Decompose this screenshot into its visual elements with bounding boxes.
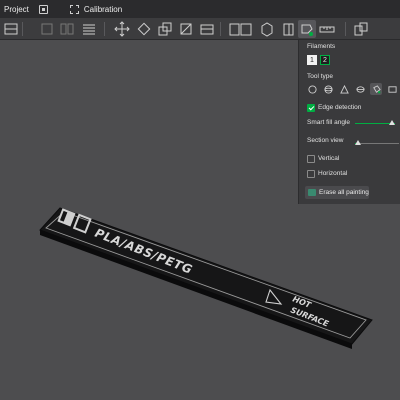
circle-tool-icon [307, 84, 317, 94]
filament-swatch-1[interactable]: 1 [307, 55, 317, 65]
filament-swatch-2[interactable]: 2 [320, 55, 330, 65]
menu-project-label: Project [4, 4, 29, 14]
measure-icon [319, 26, 335, 33]
section-view-track-rest [359, 143, 399, 144]
height-range-tool-icon [355, 85, 365, 93]
move-button[interactable] [113, 20, 131, 38]
vertical-label: Vertical [318, 155, 340, 162]
fill-tool-button[interactable] [370, 83, 382, 95]
menu-bar: Project Calibration [0, 0, 400, 18]
grid-icon [4, 23, 18, 35]
menu-project[interactable]: Project [0, 0, 33, 18]
section-view-handle[interactable] [355, 140, 361, 145]
toolbar [0, 18, 400, 40]
color-painting-panel: Filaments 1 2 Tool type Edge detection S… [298, 40, 400, 204]
color-paint-icon [301, 24, 313, 36]
triangle-tool-button[interactable] [338, 83, 350, 95]
calibration-icon [69, 4, 79, 14]
support-paint-icon [261, 22, 273, 37]
seam-paint-icon [283, 23, 294, 36]
horizontal-checkbox[interactable] [307, 170, 315, 178]
smart-fill-angle-handle[interactable] [389, 120, 395, 125]
rotate-icon [137, 22, 151, 36]
orient-icon [41, 23, 53, 35]
lay-on-face-button[interactable] [177, 20, 195, 38]
arrange-button[interactable] [58, 20, 76, 38]
list-icon [83, 24, 95, 35]
save-button[interactable] [35, 0, 52, 18]
section-view-label: Section view [307, 137, 344, 144]
circle-tool-button[interactable] [306, 83, 318, 95]
layers-button[interactable] [80, 20, 98, 38]
filaments-label: Filaments [307, 43, 336, 50]
filament-swatch-1-label: 1 [310, 56, 314, 64]
auto-orient-button[interactable] [38, 20, 56, 38]
vertical-checkbox[interactable] [307, 155, 315, 163]
smart-fill-angle-label: Smart fill angle [307, 119, 350, 126]
height-range-tool-button[interactable] [354, 83, 366, 95]
fill-tool-icon [372, 84, 381, 93]
lay-on-face-icon [180, 23, 192, 35]
rotate-button[interactable] [135, 20, 153, 38]
gap-fill-tool-icon [387, 85, 397, 93]
scale-button[interactable] [156, 20, 174, 38]
edge-detection-checkbox[interactable] [307, 104, 315, 112]
horizontal-label: Horizontal [318, 170, 348, 177]
erase-all-painting-label: Erase all painting [319, 189, 369, 196]
support-paint-button[interactable] [258, 20, 276, 38]
save-icon [38, 4, 48, 14]
add-plate-button[interactable] [2, 20, 20, 38]
gap-fill-tool-button[interactable] [386, 83, 398, 95]
sphere-tool-button[interactable] [322, 83, 334, 95]
eraser-icon [308, 189, 316, 196]
menu-calibration[interactable]: Calibration [66, 0, 126, 18]
erase-all-painting-button[interactable]: Erase all painting [305, 186, 369, 199]
triangle-tool-icon [339, 84, 349, 94]
boolean-button[interactable] [238, 20, 256, 38]
tool-type-label: Tool type [307, 73, 334, 80]
boolean-icon [240, 23, 252, 36]
move-icon [114, 21, 130, 37]
sphere-tool-icon [323, 84, 333, 94]
split-button[interactable] [198, 20, 216, 38]
measure-button[interactable] [318, 20, 336, 38]
seam-paint-button[interactable] [280, 20, 298, 38]
scale-icon [158, 22, 172, 36]
assembly-icon [354, 22, 368, 36]
split-icon [200, 24, 214, 35]
menu-calibration-label: Calibration [83, 4, 123, 14]
edge-detection-label: Edge detection [318, 104, 362, 111]
assembly-button[interactable] [352, 20, 370, 38]
color-paint-button[interactable] [298, 20, 316, 38]
arrange-icon [60, 23, 74, 35]
plate-side [40, 230, 352, 349]
filament-swatch-2-label: 2 [323, 56, 327, 64]
